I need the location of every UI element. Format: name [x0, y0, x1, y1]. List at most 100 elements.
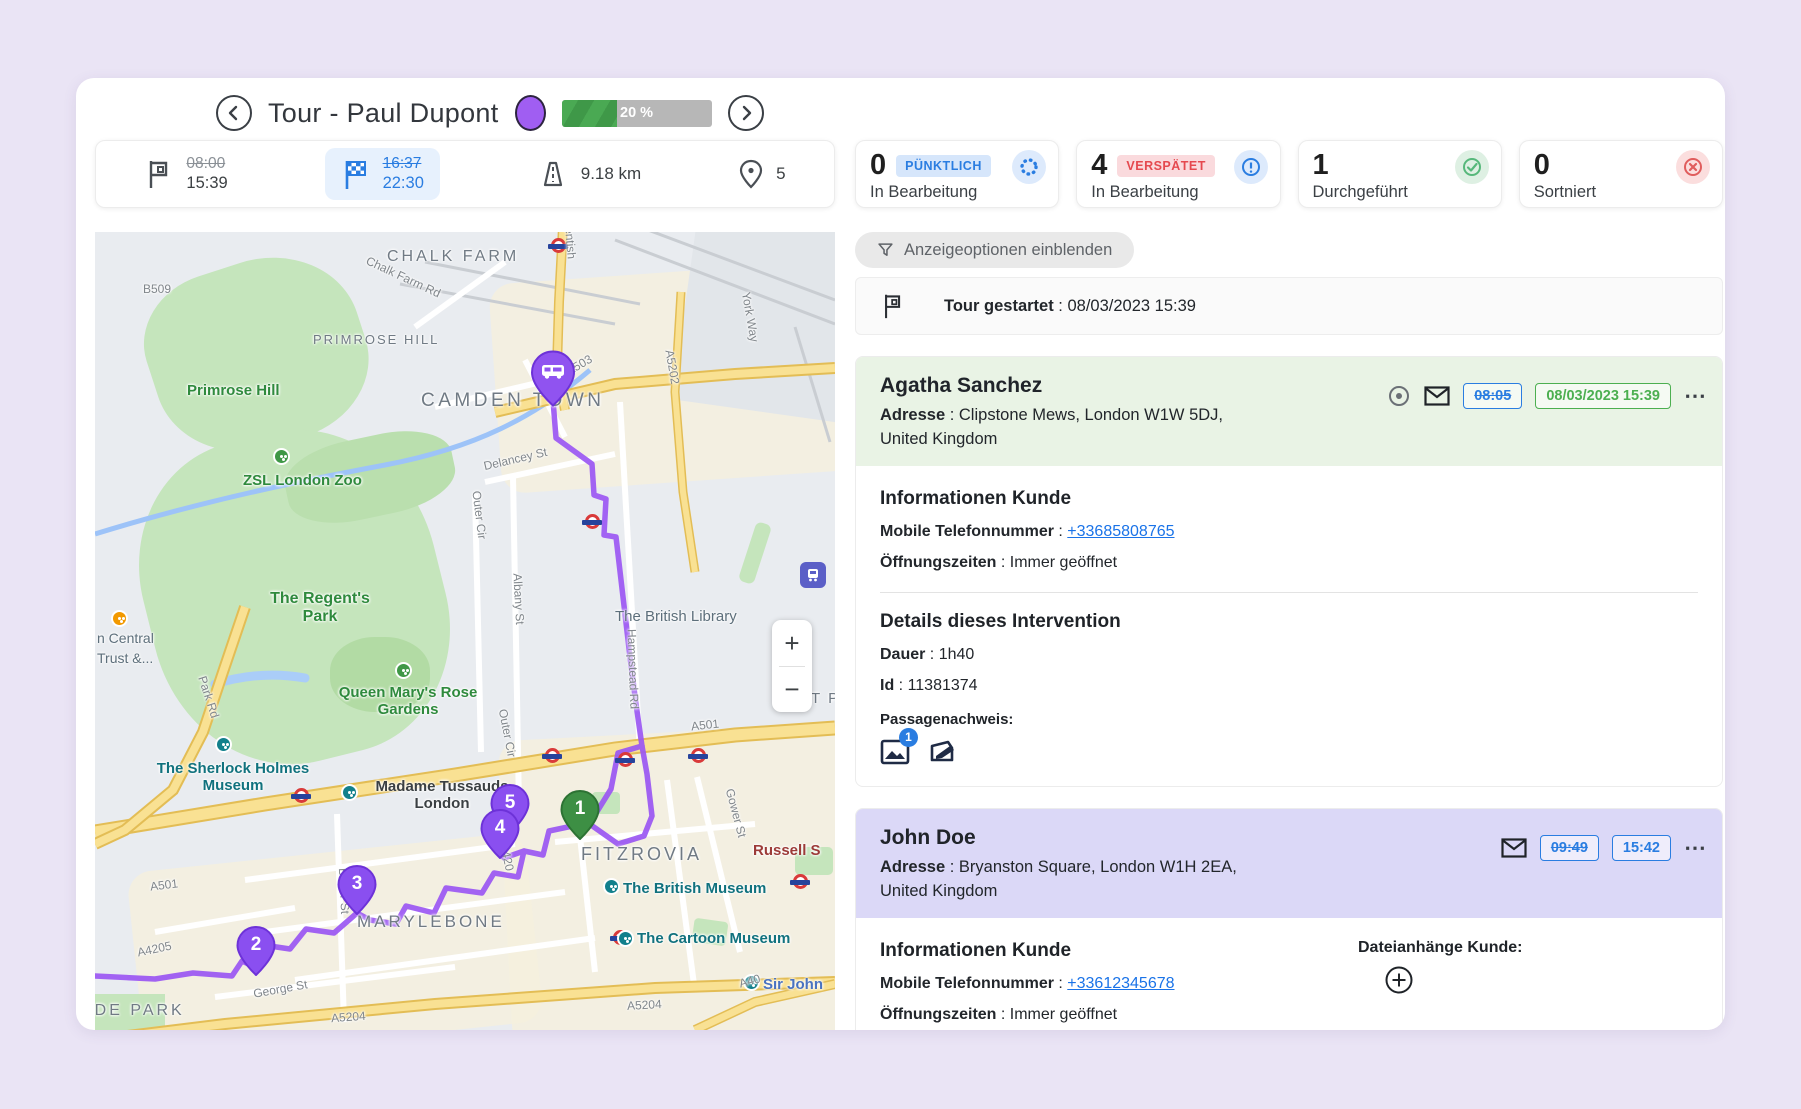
vehicle-marker[interactable]	[530, 350, 576, 407]
status-label: Durchgeführt	[1313, 183, 1487, 202]
phone-link[interactable]: +33612345678	[1067, 975, 1174, 992]
tour-started-banner: Tour gestartet : 08/03/2023 15:39	[855, 277, 1723, 335]
poi-icon	[111, 610, 128, 627]
map-marker-stop-1[interactable]: 1	[560, 790, 600, 840]
map-marker-stop-3[interactable]: 3	[337, 865, 377, 915]
zoom-out-button[interactable]: −	[772, 667, 812, 713]
tour-progress-bar: 20 %	[562, 100, 712, 127]
tour-started-label: Tour gestartet	[944, 297, 1054, 315]
museum-icon	[617, 930, 634, 947]
status-card-sortniert[interactable]: 0 Sortniert	[1519, 140, 1723, 208]
email-button[interactable]	[1501, 838, 1527, 858]
map-label-area: PRIMROSE HILL	[313, 332, 439, 347]
tube-station-icon	[618, 752, 633, 767]
more-options-button[interactable]: ⋯	[1684, 385, 1706, 407]
display-options-button[interactable]: Anzeigeoptionen einblenden	[855, 232, 1134, 268]
status-badge: PÜNKTLICH	[896, 155, 991, 177]
map-marker-stop-4[interactable]: 4	[480, 809, 520, 859]
hours-label: Öffnungszeiten	[880, 554, 996, 571]
colon: :	[1054, 523, 1067, 540]
planned-time-chip: 09:49	[1540, 835, 1599, 861]
customer-address: Adresse : Clipstone Mews, London W1W 5DJ…	[880, 404, 1260, 452]
stops-count: 5	[776, 164, 785, 184]
photo-count-badge: 1	[899, 728, 918, 747]
page-title: Tour - Paul Dupont	[268, 98, 499, 129]
progress-label: 20 %	[562, 100, 712, 127]
duration-row: Dauer : 1h40	[880, 646, 1698, 664]
status-card-verspaetet[interactable]: 4 VERSPÄTET In Bearbeitung	[1076, 140, 1280, 208]
map-pin-icon	[738, 159, 764, 189]
map-label-poi: The Cartoon Museum	[637, 930, 790, 947]
map-label-road: B509	[143, 282, 171, 296]
planned-end-time: 16:37	[383, 154, 424, 173]
map-label-area: MARYLEBONE	[357, 912, 505, 932]
marker-number: 1	[560, 798, 600, 820]
map-zoom-control: + −	[772, 620, 812, 712]
phone-link[interactable]: +33685808765	[1067, 523, 1174, 540]
signature-icon	[928, 738, 960, 766]
map-label-poi: Russell S	[753, 842, 821, 859]
map-label-park: ZSL London Zoo	[243, 472, 362, 489]
map-label-area: CAMDEN TOWN	[421, 390, 604, 412]
status-card-puenktlich[interactable]: 0 PÜNKTLICH In Bearbeitung	[855, 140, 1059, 208]
camera-icon	[341, 784, 358, 801]
tube-station-icon	[545, 748, 560, 763]
status-badge: VERSPÄTET	[1117, 155, 1215, 177]
customer-address: Adresse : Bryanston Square, London W1H 2…	[880, 856, 1260, 904]
hours-value: Immer geöffnet	[1010, 1006, 1117, 1023]
signature-proof-button[interactable]	[928, 738, 960, 766]
envelope-icon	[1424, 386, 1450, 406]
colon: :	[945, 406, 959, 424]
x-circle-icon	[1676, 150, 1710, 184]
map-label-poi: Trust &...	[97, 650, 153, 666]
intervention-details: Informationen Kunde Mobile Telefonnummer…	[856, 466, 1722, 786]
status-count: 4	[1091, 149, 1107, 182]
driver-color-dot	[515, 95, 546, 131]
marker-number: 3	[337, 873, 377, 895]
status-count: 0	[1534, 149, 1550, 182]
hours-label: Öffnungszeiten	[880, 1006, 996, 1023]
previous-tour-button[interactable]	[216, 95, 252, 131]
intervention-details: Informationen Kunde Mobile Telefonnummer…	[856, 918, 1722, 1030]
plus-circle-icon	[1384, 965, 1414, 995]
duration-value: 1h40	[939, 646, 975, 663]
van-pin-icon	[530, 350, 576, 407]
museum-icon	[215, 736, 232, 753]
add-attachment-button[interactable]	[1384, 965, 1414, 998]
locate-on-map-button[interactable]	[1387, 384, 1411, 408]
map-label-poi: The British Museum	[623, 880, 766, 897]
map[interactable]: CHALK FARM PRIMROSE HILL CAMDEN TOWN MAR…	[95, 232, 835, 1030]
garden-icon	[395, 662, 412, 679]
customer-info-heading: Informationen Kunde	[880, 940, 1358, 962]
intervention-card-agatha-sanchez: Agatha Sanchez Adresse : Clipstone Mews,…	[855, 356, 1723, 787]
attachments-label: Dateianhänge Kunde:	[1358, 939, 1698, 957]
status-count: 0	[870, 149, 886, 182]
route-polyline	[95, 232, 835, 1030]
tube-station-icon	[793, 874, 808, 889]
display-options-label: Anzeigeoptionen einblenden	[904, 241, 1112, 260]
flag-icon	[144, 158, 174, 190]
marker-number: 2	[236, 934, 276, 956]
checkered-flag-icon	[341, 157, 371, 191]
next-tour-button[interactable]	[728, 95, 764, 131]
map-marker-stop-2[interactable]: 2	[236, 926, 276, 976]
section-divider	[880, 592, 1698, 593]
more-options-button[interactable]: ⋯	[1684, 837, 1706, 859]
envelope-icon	[1501, 838, 1527, 858]
intervention-header[interactable]: Agatha Sanchez Adresse : Clipstone Mews,…	[856, 357, 1722, 466]
email-button[interactable]	[1424, 386, 1450, 406]
alert-icon	[1234, 150, 1268, 184]
tour-stats-bar: 08:00 15:39 16:37 22:30 9.18 km	[95, 140, 835, 208]
status-card-durchgefuehrt[interactable]: 1 Durchgeführt	[1298, 140, 1502, 208]
status-count: 1	[1313, 149, 1329, 182]
map-label-poi: The Sherlock Holmes Museum	[143, 760, 323, 794]
distance-value: 9.18 km	[581, 164, 641, 184]
zoom-in-button[interactable]: +	[772, 620, 812, 666]
address-label: Adresse	[880, 858, 945, 876]
chevron-right-icon	[738, 105, 754, 121]
stat-stops: 5	[738, 159, 785, 189]
status-label: Sortniert	[1534, 183, 1708, 202]
intervention-header[interactable]: John Doe Adresse : Bryanston Square, Lon…	[856, 809, 1722, 918]
id-value: 11381374	[908, 677, 978, 694]
id-row: Id : 11381374	[880, 677, 1698, 695]
